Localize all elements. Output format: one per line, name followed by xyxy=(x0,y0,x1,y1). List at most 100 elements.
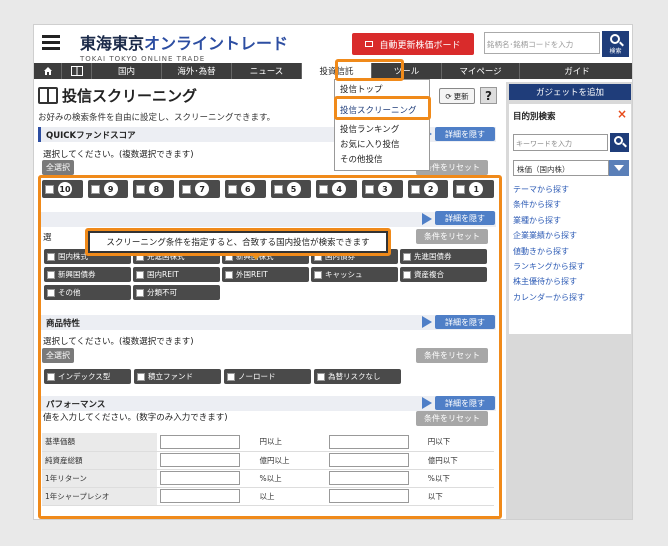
category-detail-hide-button[interactable]: 詳細を隠す xyxy=(435,211,495,225)
score-option-6[interactable]: 6 xyxy=(224,180,266,198)
checkbox[interactable] xyxy=(47,252,55,261)
checkbox[interactable] xyxy=(136,184,146,194)
min-input[interactable] xyxy=(160,453,241,467)
dropdown-item-favorites[interactable]: お気に入り投信 xyxy=(335,135,429,150)
keyword-search-button[interactable] xyxy=(610,133,629,152)
search-button[interactable]: 検索 xyxy=(602,31,629,57)
checkbox[interactable] xyxy=(314,252,322,261)
dropdown-item-ranking[interactable]: 投信ランキング xyxy=(335,120,429,135)
nav-domestic[interactable]: 国内 xyxy=(92,63,162,79)
checkbox[interactable] xyxy=(456,184,466,194)
feature-option[interactable]: 積立ファンド xyxy=(134,369,221,384)
checkbox[interactable] xyxy=(45,184,54,194)
nav-guide[interactable]: ガイド xyxy=(520,63,632,79)
category-option[interactable]: 外国REIT xyxy=(222,267,309,282)
category-reset-button[interactable]: 条件をリセット xyxy=(416,229,488,244)
checkbox[interactable] xyxy=(182,184,192,194)
max-input[interactable] xyxy=(328,471,409,485)
checkbox[interactable] xyxy=(90,184,100,194)
max-input[interactable] xyxy=(328,453,409,467)
nav-home[interactable] xyxy=(34,63,62,79)
feature-option[interactable]: インデックス型 xyxy=(44,369,131,384)
checkbox[interactable] xyxy=(137,372,145,381)
min-input[interactable] xyxy=(160,471,241,485)
min-input[interactable] xyxy=(160,434,241,449)
checkbox[interactable] xyxy=(364,184,374,194)
dropdown-item-screening[interactable]: 投信スクリーニング xyxy=(335,101,429,116)
add-gadget-button[interactable]: ガジェットを追加 xyxy=(509,84,631,100)
checkbox[interactable] xyxy=(47,372,55,381)
link-industry[interactable]: 業種から探す xyxy=(513,215,585,230)
link-shareholder-benefits[interactable]: 株主優待から探す xyxy=(513,276,585,291)
checkbox[interactable] xyxy=(403,270,411,279)
nav-investment-trust[interactable]: 投資信託 xyxy=(302,63,372,79)
score-option-9[interactable]: 9 xyxy=(87,180,129,198)
link-earnings[interactable]: 企業業績から探す xyxy=(513,230,585,245)
score-option-5[interactable]: 5 xyxy=(270,180,312,198)
feature-option[interactable]: ノーロード xyxy=(224,369,311,384)
features-detail-hide-button[interactable]: 詳細を隠す xyxy=(435,315,495,329)
hamburger-menu-icon[interactable] xyxy=(42,35,60,51)
checkbox[interactable] xyxy=(225,252,233,261)
checkbox[interactable] xyxy=(319,184,329,194)
nav-tools[interactable]: ツール xyxy=(372,63,442,79)
checkbox[interactable] xyxy=(410,184,420,194)
category-option[interactable]: 分類不可 xyxy=(133,285,220,300)
update-button[interactable]: ⟳ 更新 xyxy=(439,88,475,104)
max-input[interactable] xyxy=(328,489,409,503)
checkbox[interactable] xyxy=(47,270,55,279)
close-icon[interactable]: × xyxy=(617,107,627,121)
features-select-all-button[interactable]: 全選択 xyxy=(42,348,74,363)
checkbox[interactable] xyxy=(227,372,235,381)
category-option[interactable]: 国内REIT xyxy=(133,267,220,282)
performance-detail-hide-button[interactable]: 詳細を隠す xyxy=(435,396,495,410)
nav-news[interactable]: ニュース xyxy=(232,63,302,79)
help-button[interactable]: ? xyxy=(480,87,497,104)
features-reset-button[interactable]: 条件をリセット xyxy=(416,348,488,363)
link-theme[interactable]: テーマから探す xyxy=(513,184,585,199)
dropdown-item-top[interactable]: 投信トップ xyxy=(335,80,429,95)
checkbox[interactable] xyxy=(136,252,144,261)
score-option-4[interactable]: 4 xyxy=(316,180,357,198)
feature-option[interactable]: 為替リスクなし xyxy=(314,369,401,384)
link-ranking[interactable]: ランキングから探す xyxy=(513,261,585,276)
score-option-2[interactable]: 2 xyxy=(407,180,449,198)
keyword-input[interactable]: キーワードを入力 xyxy=(513,134,608,151)
checkbox[interactable] xyxy=(225,270,233,279)
checkbox[interactable] xyxy=(273,184,283,194)
quick-detail-hide-button[interactable]: 詳細を隠す xyxy=(435,127,495,141)
checkbox[interactable] xyxy=(403,252,411,261)
chevron-down-icon[interactable] xyxy=(609,160,629,176)
score-option-10[interactable]: 10 xyxy=(42,180,83,198)
score-option-3[interactable]: 3 xyxy=(361,180,403,198)
performance-reset-button[interactable]: 条件をリセット xyxy=(416,411,488,426)
realtime-board-button[interactable]: 自動更新株価ボード xyxy=(352,33,474,55)
link-price-movement[interactable]: 値動きから探す xyxy=(513,246,585,261)
dropdown-item-other[interactable]: その他投信 xyxy=(335,150,429,165)
nav-mypage[interactable]: マイページ xyxy=(442,63,520,79)
category-option[interactable]: 新興国債券 xyxy=(44,267,131,282)
brand-logo[interactable]: 東海東京オンライントレード TOKAI TOKYO ONLINE TRADE xyxy=(80,30,288,63)
market-select[interactable]: 株価（国内株） xyxy=(513,160,609,176)
score-option-1[interactable]: 1 xyxy=(453,180,495,198)
checkbox[interactable] xyxy=(136,270,144,279)
nav-book[interactable] xyxy=(62,63,92,79)
score-option-8[interactable]: 8 xyxy=(133,180,175,198)
category-option[interactable]: その他 xyxy=(44,285,131,300)
checkbox[interactable] xyxy=(136,288,144,297)
checkbox[interactable] xyxy=(47,288,55,297)
link-calendar[interactable]: カレンダーから探す xyxy=(513,292,585,307)
stock-search-input[interactable]: 銘柄名･銘柄コードを入力 xyxy=(484,32,600,54)
max-input[interactable] xyxy=(328,434,409,449)
category-option[interactable]: 先進国債券 xyxy=(400,249,487,264)
category-option[interactable]: キャッシュ xyxy=(311,267,398,282)
checkbox[interactable] xyxy=(314,270,322,279)
score-option-7[interactable]: 7 xyxy=(179,180,220,198)
checkbox[interactable] xyxy=(227,184,237,194)
link-conditions[interactable]: 条件から探す xyxy=(513,199,585,214)
nav-overseas-fx[interactable]: 海外･為替 xyxy=(162,63,232,79)
quick-select-all-button[interactable]: 全選択 xyxy=(42,160,74,175)
min-input[interactable] xyxy=(160,489,241,503)
category-option[interactable]: 資産複合 xyxy=(400,267,487,282)
checkbox[interactable] xyxy=(317,372,325,381)
